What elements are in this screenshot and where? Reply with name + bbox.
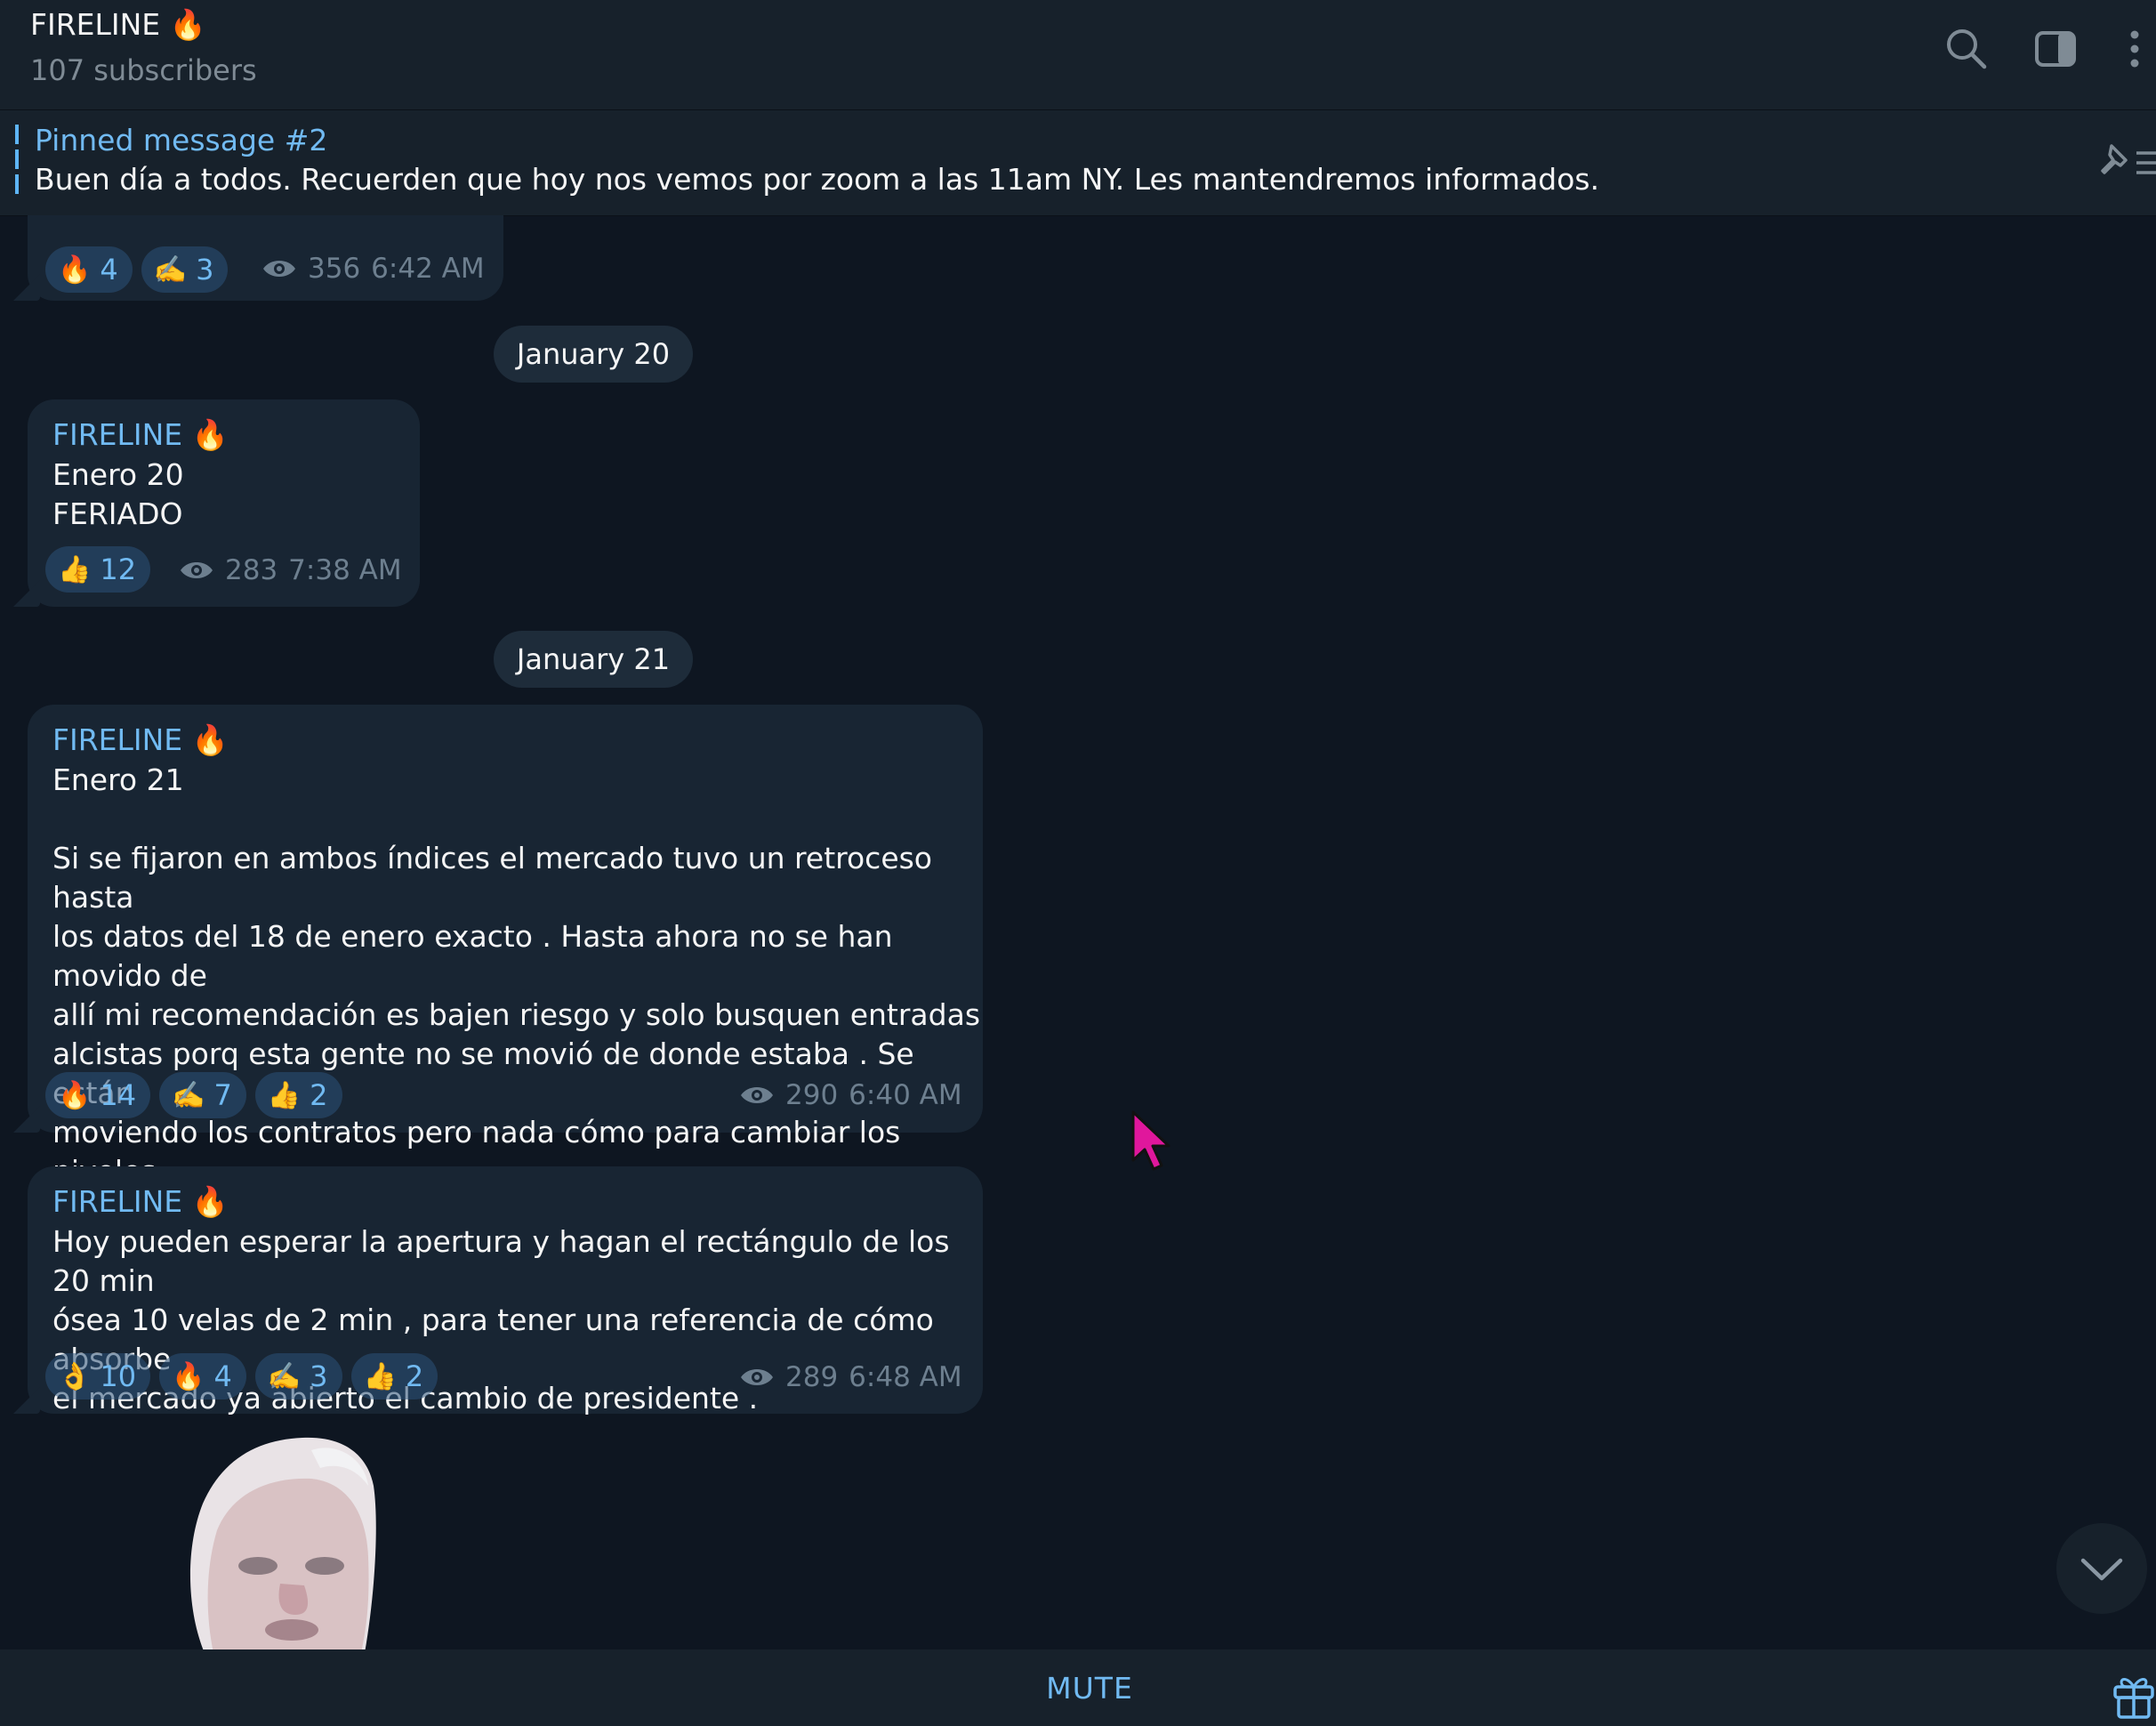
sender-name[interactable]: FIRELINE 🔥 (52, 417, 229, 453)
reaction-count: 3 (196, 253, 214, 286)
pinned-indicator (15, 125, 19, 198)
reaction-count: 7 (213, 1078, 232, 1112)
reaction-chip[interactable]: 👍 2 (350, 1353, 438, 1399)
reaction-emoji: 🔥 (172, 1360, 205, 1392)
view-count: 356 (308, 253, 361, 285)
mute-button[interactable]: MUTE (0, 1649, 2156, 1726)
message-meta: 356 6:42 AM (261, 253, 485, 285)
reaction-list: 👌 10 🔥 4 ✍️ 3 👍 2 (45, 1353, 438, 1399)
reaction-emoji: ✍️ (267, 1360, 302, 1392)
gift-icon[interactable] (2112, 1673, 2156, 1722)
bottom-bar: MUTE (0, 1649, 2156, 1726)
eye-icon (181, 562, 213, 578)
reaction-emoji: 🔥 (58, 1079, 92, 1111)
reaction-chip[interactable]: 👌 10 (45, 1353, 151, 1399)
view-count: 289 (785, 1361, 839, 1393)
message-meta: 283 7:38 AM (179, 554, 402, 586)
reaction-chip[interactable]: 🔥 14 (45, 1072, 151, 1118)
reaction-chip[interactable]: ✍️ 3 (141, 246, 229, 293)
message-bubble[interactable]: 🔥 4 ✍️ 3 356 6:42 AM (28, 215, 503, 301)
pinned-title: Pinned message #2 (35, 123, 328, 157)
reaction-count: 2 (405, 1359, 424, 1393)
reaction-chip[interactable]: 👍 12 (45, 546, 151, 593)
sender-name[interactable]: FIRELINE 🔥 (52, 722, 229, 758)
message-time: 6:42 AM (371, 253, 485, 285)
reaction-count: 2 (310, 1078, 328, 1112)
date-separator: January 21 (494, 631, 693, 688)
message-time: 6:40 AM (849, 1079, 962, 1111)
message-time: 7:38 AM (288, 554, 402, 586)
reaction-emoji: ✍️ (153, 254, 188, 286)
sticker-image[interactable] (178, 1432, 379, 1653)
eye-icon (741, 1087, 773, 1103)
reaction-list: 🔥 14 ✍️ 7 👍 2 (45, 1072, 342, 1118)
reaction-count: 4 (213, 1359, 232, 1393)
subscriber-count: 107 subscribers (30, 53, 257, 87)
mouse-cursor-icon (1130, 1109, 1176, 1176)
sender-name[interactable]: FIRELINE 🔥 (52, 1184, 229, 1220)
message-meta: 289 6:48 AM (739, 1361, 962, 1393)
reaction-count: 10 (100, 1359, 137, 1393)
message-bubble[interactable]: FIRELINE 🔥 Enero 21 Si se fijaron en amb… (28, 705, 983, 1228)
search-icon[interactable] (1943, 25, 1991, 73)
date-separator: January 20 (494, 326, 693, 383)
reaction-chip[interactable]: 🔥 4 (159, 1353, 246, 1399)
reaction-emoji: 👍 (58, 553, 92, 585)
message-text: Enero 21 Si se fijaron en ambos índices … (52, 762, 981, 1228)
message-bubble[interactable]: FIRELINE 🔥 Enero 20 FERIADO 👍 12 283 7:38… (28, 399, 420, 607)
reaction-emoji: ✍️ (172, 1079, 205, 1111)
reaction-emoji: 👍 (363, 1360, 397, 1392)
reaction-list: 👍 12 (45, 546, 151, 593)
chat-header[interactable]: FIRELINE 🔥 107 subscribers (0, 0, 2156, 110)
reaction-chip[interactable]: ✍️ 7 (159, 1072, 246, 1118)
reaction-chip[interactable]: 👍 2 (254, 1072, 342, 1118)
more-vertical-icon[interactable] (2113, 25, 2156, 73)
scroll-to-bottom-button[interactable] (2056, 1523, 2147, 1614)
message-bubble[interactable]: FIRELINE 🔥 Hoy pueden esperar la apertur… (28, 1166, 983, 1415)
reaction-list: 🔥 4 ✍️ 3 (45, 246, 229, 293)
pinned-text: Buen día a todos. Recuerden que hoy nos … (35, 162, 1600, 197)
pinned-list-icon[interactable] (2096, 141, 2156, 189)
reaction-count: 3 (310, 1359, 328, 1393)
reaction-chip[interactable]: ✍️ 3 (254, 1353, 342, 1399)
reaction-emoji: 👍 (267, 1079, 302, 1111)
chevron-down-icon (2080, 1558, 2123, 1581)
channel-title[interactable]: FIRELINE 🔥 (30, 7, 206, 43)
reaction-emoji: 👌 (58, 1360, 92, 1392)
reaction-count: 4 (100, 253, 118, 286)
pinned-message-bar[interactable]: Pinned message #2 Buen día a todos. Recu… (0, 110, 2156, 216)
reaction-count: 12 (100, 552, 137, 586)
message-time: 6:48 AM (849, 1361, 962, 1393)
eye-icon (263, 261, 295, 277)
reaction-emoji: 🔥 (58, 254, 92, 286)
reaction-chip[interactable]: 🔥 4 (45, 246, 133, 293)
message-meta: 290 6:40 AM (739, 1079, 962, 1111)
view-count: 290 (785, 1079, 839, 1111)
reaction-count: 14 (100, 1078, 137, 1112)
eye-icon (741, 1369, 773, 1385)
message-text: Enero 20 FERIADO (52, 457, 184, 531)
sidebar-toggle-icon[interactable] (2031, 25, 2080, 73)
view-count: 283 (225, 554, 278, 586)
